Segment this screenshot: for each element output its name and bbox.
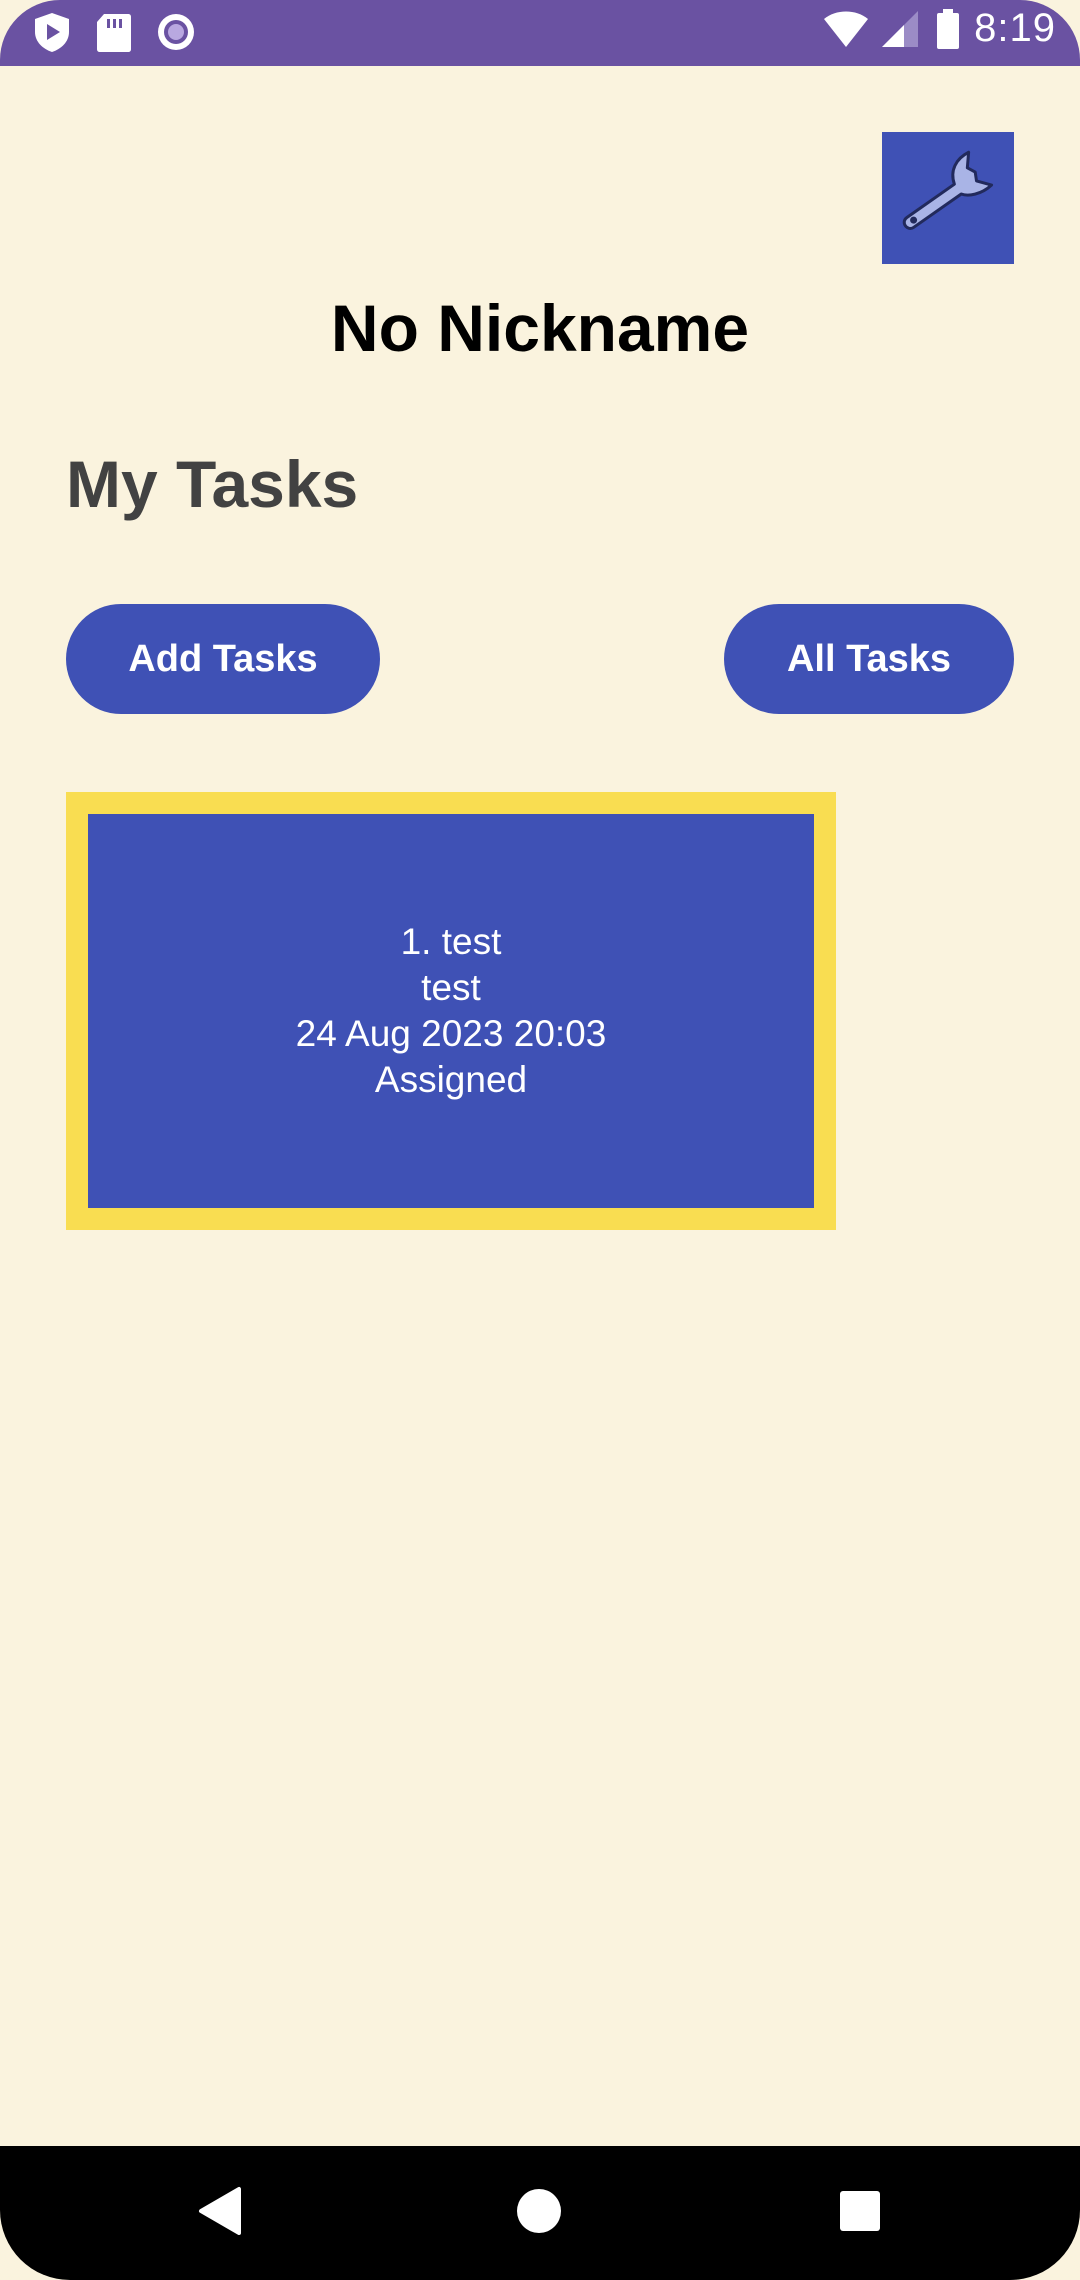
task-description: test bbox=[421, 967, 481, 1008]
shield-play-icon bbox=[30, 10, 74, 54]
recents-icon bbox=[838, 2189, 882, 2238]
status-time: 8:19 bbox=[974, 6, 1056, 50]
my-tasks-heading: My Tasks bbox=[66, 447, 359, 521]
nav-home-button[interactable] bbox=[502, 2176, 576, 2250]
add-tasks-button[interactable]: Add Tasks bbox=[66, 604, 380, 714]
task-title: 1. test bbox=[400, 921, 502, 962]
wrench-icon bbox=[888, 136, 1008, 261]
wifi-icon bbox=[822, 7, 869, 51]
task-status: Assigned bbox=[374, 1059, 528, 1100]
task-card-body: 1. test test 24 Aug 2023 20:03 Assigned bbox=[88, 814, 814, 1208]
all-tasks-button[interactable]: All Tasks bbox=[724, 604, 1014, 714]
navigation-bar bbox=[0, 2146, 1080, 2280]
app-screen: 8:19 No Nickname My Tasks Add Tasks All … bbox=[0, 0, 1080, 2280]
cell-signal-icon bbox=[878, 7, 922, 51]
task-card[interactable]: 1. test test 24 Aug 2023 20:03 Assigned bbox=[66, 792, 836, 1230]
settings-button[interactable] bbox=[882, 132, 1014, 264]
record-circle-icon bbox=[154, 10, 198, 54]
status-bar: 8:19 bbox=[0, 0, 1080, 66]
home-icon bbox=[515, 2187, 563, 2240]
nav-recents-button[interactable] bbox=[823, 2176, 897, 2250]
battery-icon bbox=[934, 7, 962, 51]
status-left-icons bbox=[30, 10, 198, 54]
nav-back-button[interactable] bbox=[184, 2176, 258, 2250]
task-datetime: 24 Aug 2023 20:03 bbox=[295, 1013, 607, 1054]
status-right-icons: 8:19 bbox=[822, 6, 1056, 51]
sd-card-icon bbox=[92, 10, 136, 54]
back-icon bbox=[197, 2185, 245, 2242]
nickname-title: No Nickname bbox=[330, 291, 750, 365]
